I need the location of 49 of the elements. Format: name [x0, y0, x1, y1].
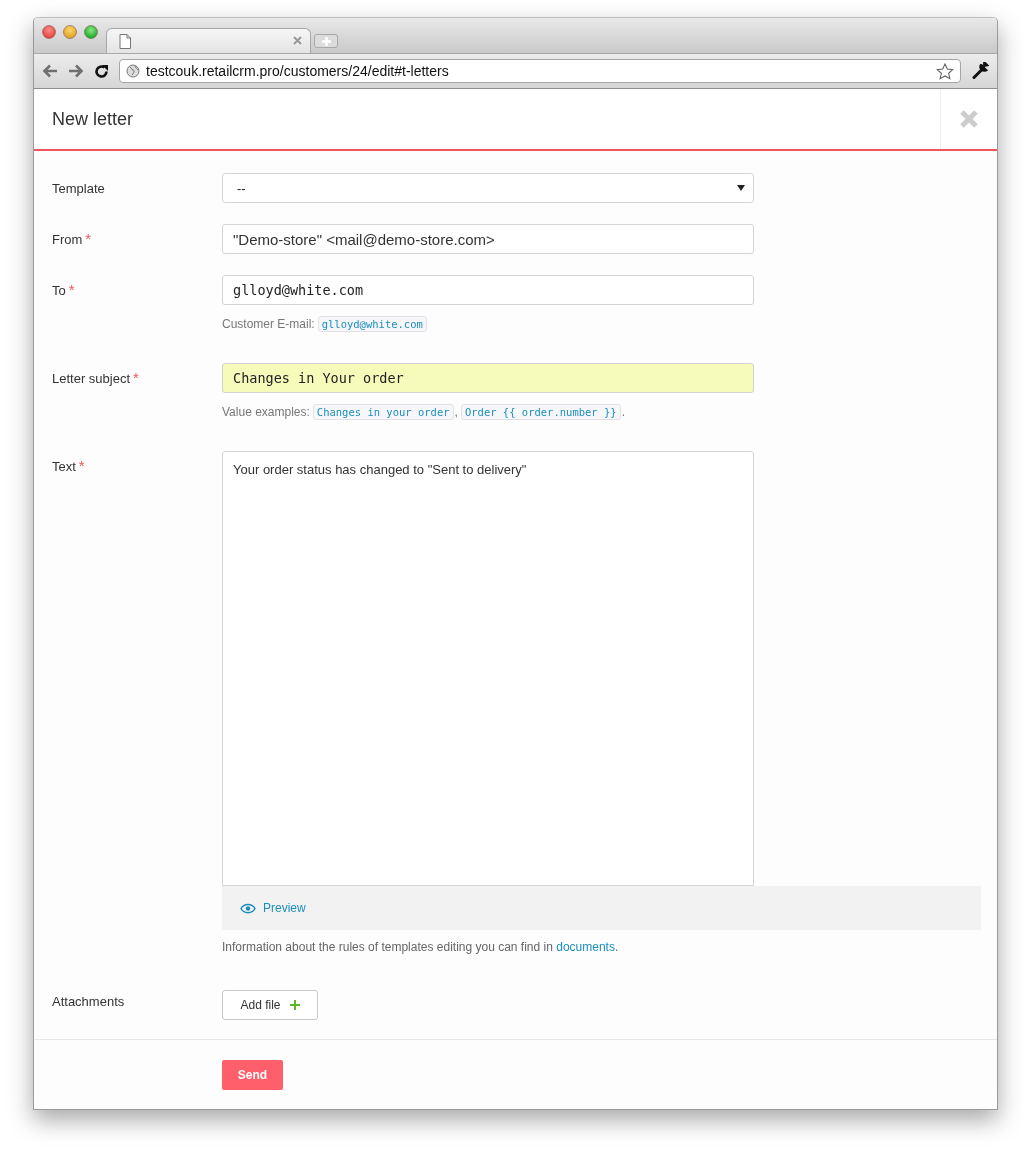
text-area[interactable]: Your order status has changed to "Sent to delivery" [222, 451, 754, 886]
info-text: Information about the rules of templates editing you can find in documents. [222, 940, 620, 954]
code-example[interactable]: Changes in your order [312, 404, 454, 420]
input-field[interactable]: glloyd@white.com [222, 275, 754, 305]
forward-icon [68, 64, 84, 78]
field-label: From [52, 232, 83, 247]
address-bar[interactable]: testcouk.retailcrm.pro/customers/24/edit#t-letters [119, 59, 961, 83]
plus-icon [289, 1000, 300, 1010]
new-tab-button[interactable] [314, 34, 338, 48]
required-mark: * [78, 459, 85, 472]
hint-label: Value examples: [222, 405, 310, 419]
page-icon [119, 34, 131, 49]
field-label: To [52, 283, 66, 298]
eye-icon [240, 902, 256, 914]
hint-label: Customer E-mail: [222, 317, 315, 331]
wrench-icon [971, 62, 989, 80]
code-example[interactable]: Order {{ order.number }} [460, 404, 621, 420]
close-icon[interactable] [293, 36, 302, 45]
required-mark: * [133, 371, 139, 384]
url-text: testcouk.retailcrm.pro/customers/24/edit#t-letters [146, 63, 450, 79]
field-label: Text [52, 459, 76, 474]
window-control-icon[interactable] [84, 25, 98, 39]
reload-icon [94, 63, 109, 79]
back-button[interactable] [42, 64, 58, 78]
field-label: Attachments [52, 994, 126, 1009]
dialog-title: New letter [52, 108, 134, 130]
code-example[interactable]: glloyd@white.com [317, 316, 427, 332]
separator-text: , [454, 405, 458, 419]
window-control-icon[interactable] [42, 25, 56, 39]
input-field[interactable]: Changes in Your order [222, 363, 754, 393]
dropdown-icon [737, 185, 745, 191]
field-label: Letter subject [52, 371, 131, 386]
field-label: Template [52, 181, 105, 196]
star-icon[interactable] [936, 62, 954, 80]
add-file-button[interactable]: Add file [222, 990, 318, 1020]
input-field[interactable]: "Demo-store" <mail@demo-store.com> [222, 224, 754, 254]
forward-button[interactable] [68, 64, 84, 78]
close-icon [959, 109, 979, 129]
required-mark: * [68, 283, 75, 296]
browser-tab[interactable] [106, 28, 311, 53]
wrench-button[interactable] [971, 62, 989, 80]
reload-button[interactable] [94, 63, 109, 79]
plus-icon [321, 36, 331, 46]
back-icon [42, 64, 58, 78]
window-control-icon[interactable] [63, 25, 77, 39]
template-select[interactable]: -- [222, 173, 754, 203]
required-mark: * [85, 232, 92, 245]
period-text: . [621, 405, 625, 419]
documents-link[interactable]: documents [556, 940, 615, 954]
